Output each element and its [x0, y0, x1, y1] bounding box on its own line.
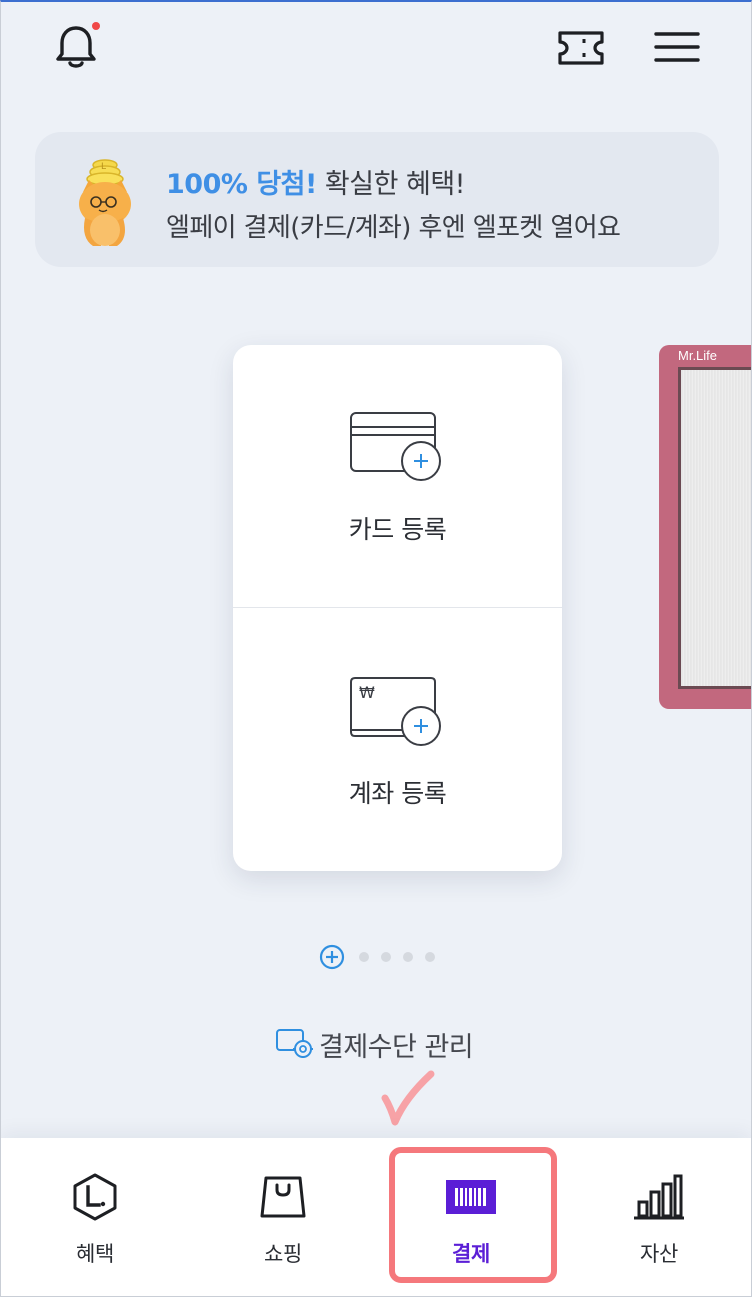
checkmark-annotation-icon — [381, 1070, 435, 1126]
bottom-navigation: 혜택 쇼핑 결제 자산 — [1, 1138, 751, 1296]
card-register-label: 카드 등록 — [348, 515, 447, 544]
card-face-image — [678, 367, 751, 689]
pager-dot[interactable] — [381, 952, 391, 962]
shopping-bag-icon — [260, 1176, 306, 1218]
nav-label-assets: 자산 — [639, 1242, 679, 1266]
nav-label-payment: 결제 — [451, 1242, 491, 1266]
pager-dot[interactable] — [425, 952, 435, 962]
promo-highlight: 100% 당첨! — [166, 169, 317, 200]
nav-item-assets[interactable]: 자산 — [565, 1138, 751, 1296]
bar-chart-asset-icon — [634, 1174, 684, 1220]
card-pager — [319, 944, 439, 970]
mascot-character-icon: L — [79, 159, 131, 246]
promo-banner[interactable]: L 100% 당첨! 확실한 혜택! 엘페이 결제(카드/계좌) 후엔 엘포켓 … — [35, 132, 719, 267]
payment-method-card: 카드 등록 ₩ 계좌 등록 — [233, 345, 562, 871]
nav-label-shopping: 쇼핑 — [263, 1242, 303, 1266]
card-settings-icon — [276, 1029, 313, 1058]
bell-icon[interactable] — [53, 24, 99, 70]
promo-subtext: 엘페이 결제(카드/계좌) 후엔 엘포켓 열어요 — [166, 213, 621, 243]
svg-text:L: L — [101, 162, 106, 172]
top-bar — [1, 2, 751, 98]
add-page-icon[interactable] — [319, 944, 345, 970]
card-brand-label: Mr.Life — [678, 348, 718, 363]
promo-headline-rest: 확실한 혜택! — [316, 169, 466, 200]
pager-dot[interactable] — [359, 952, 369, 962]
promo-headline: 100% 당첨! 확실한 혜택! — [166, 162, 466, 201]
nav-label-benefits: 혜택 — [75, 1242, 115, 1266]
credit-card-add-icon — [350, 412, 441, 481]
nav-item-shopping[interactable]: 쇼핑 — [189, 1138, 377, 1296]
app-screen: L 100% 당첨! 확실한 혜택! 엘페이 결제(카드/계좌) 후엔 엘포켓 … — [0, 0, 752, 1297]
won-symbol: ₩ — [359, 683, 375, 702]
account-register-label: 계좌 등록 — [348, 779, 447, 808]
barcode-pay-icon — [446, 1180, 496, 1214]
nav-item-payment[interactable]: 결제 — [377, 1138, 565, 1296]
next-payment-card[interactable]: Mr.Life — [659, 345, 751, 709]
account-register-button[interactable]: ₩ 계좌 등록 — [233, 608, 562, 870]
notification-dot — [92, 22, 100, 30]
lpoint-benefit-icon — [73, 1173, 117, 1221]
card-register-button[interactable]: 카드 등록 — [233, 345, 562, 607]
bank-account-add-icon: ₩ — [350, 677, 441, 746]
hamburger-menu-icon[interactable] — [653, 28, 701, 66]
coupon-ticket-icon[interactable] — [556, 28, 606, 68]
manage-payment-methods-label: 결제수단 관리 — [319, 1032, 474, 1063]
nav-item-benefits[interactable]: 혜택 — [1, 1138, 189, 1296]
pager-dot[interactable] — [403, 952, 413, 962]
